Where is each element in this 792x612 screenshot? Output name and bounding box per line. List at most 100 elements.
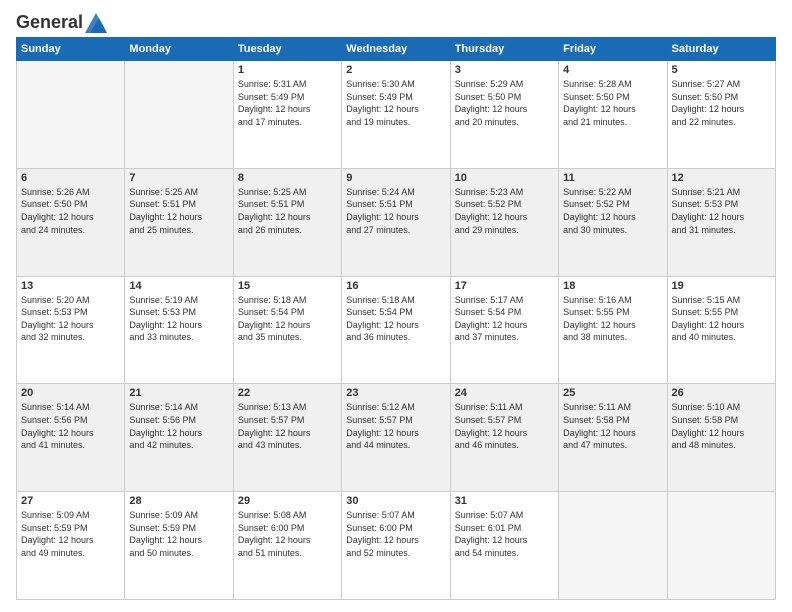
calendar-cell: 20 Sunrise: 5:14 AMSunset: 5:56 PMDayligh… [17,384,125,492]
day-number: 28 [129,495,228,507]
cell-info: Sunrise: 5:14 AMSunset: 5:56 PMDaylight:… [129,401,228,451]
cell-info: Sunrise: 5:31 AMSunset: 5:49 PMDaylight:… [238,78,337,128]
cell-info: Sunrise: 5:11 AMSunset: 5:58 PMDaylight:… [563,401,662,451]
calendar-cell [17,61,125,169]
calendar-cell: 12Sunrise: 5:21 AMSunset: 5:53 PMDayligh… [667,168,775,276]
calendar-cell [667,492,775,600]
col-header-thursday: Thursday [450,38,558,61]
day-number: 17 [455,280,554,292]
day-number: 22 [238,387,337,399]
cell-info: Sunrise: 5:26 AMSunset: 5:50 PMDaylight:… [21,186,120,236]
day-number: 31 [455,495,554,507]
calendar-week-row: 13 Sunrise: 5:20 AMSunset: 5:53 PMDayligh… [17,276,776,384]
day-number: 20 [21,387,120,399]
day-number: 5 [672,64,771,76]
day-number: 9 [346,172,445,184]
calendar-cell: 6 Sunrise: 5:26 AMSunset: 5:50 PMDaylight… [17,168,125,276]
calendar-cell: 3 Sunrise: 5:29 AMSunset: 5:50 PMDaylight… [450,61,558,169]
calendar-cell: 27 Sunrise: 5:09 AMSunset: 5:59 PMDayligh… [17,492,125,600]
cell-info: Sunrise: 5:30 AMSunset: 5:49 PMDaylight:… [346,78,445,128]
logo-icon [85,13,107,33]
cell-info: Sunrise: 5:22 AMSunset: 5:52 PMDaylight:… [563,186,662,236]
calendar-cell: 24 Sunrise: 5:11 AMSunset: 5:57 PMDayligh… [450,384,558,492]
day-number: 6 [21,172,120,184]
calendar-cell: 11 Sunrise: 5:22 AMSunset: 5:52 PMDayligh… [559,168,667,276]
header: General [16,12,776,29]
day-number: 8 [238,172,337,184]
cell-info: Sunrise: 5:18 AMSunset: 5:54 PMDaylight:… [346,294,445,344]
calendar-cell [559,492,667,600]
cell-info: Sunrise: 5:10 AMSunset: 5:58 PMDaylight:… [672,401,771,451]
col-header-friday: Friday [559,38,667,61]
cell-info: Sunrise: 5:17 AMSunset: 5:54 PMDaylight:… [455,294,554,344]
day-number: 29 [238,495,337,507]
day-number: 27 [21,495,120,507]
calendar-cell: 8Sunrise: 5:25 AMSunset: 5:51 PMDaylight… [233,168,341,276]
calendar-cell: 15Sunrise: 5:18 AMSunset: 5:54 PMDayligh… [233,276,341,384]
calendar-cell: 17 Sunrise: 5:17 AMSunset: 5:54 PMDayligh… [450,276,558,384]
calendar-cell: 16 Sunrise: 5:18 AMSunset: 5:54 PMDayligh… [342,276,450,384]
calendar-cell: 31Sunrise: 5:07 AMSunset: 6:01 PMDayligh… [450,492,558,600]
day-number: 2 [346,64,445,76]
day-number: 30 [346,495,445,507]
day-number: 13 [21,280,120,292]
cell-info: Sunrise: 5:13 AMSunset: 5:57 PMDaylight:… [238,401,337,451]
col-header-wednesday: Wednesday [342,38,450,61]
logo-general: General [16,12,83,33]
day-number: 18 [563,280,662,292]
calendar-cell: 2 Sunrise: 5:30 AMSunset: 5:49 PMDaylight… [342,61,450,169]
calendar-cell: 1 Sunrise: 5:31 AMSunset: 5:49 PMDaylight… [233,61,341,169]
calendar-cell: 4 Sunrise: 5:28 AMSunset: 5:50 PMDaylight… [559,61,667,169]
day-number: 23 [346,387,445,399]
cell-info: Sunrise: 5:23 AMSunset: 5:52 PMDaylight:… [455,186,554,236]
calendar-cell: 7 Sunrise: 5:25 AMSunset: 5:51 PMDaylight… [125,168,233,276]
cell-info: Sunrise: 5:19 AMSunset: 5:53 PMDaylight:… [129,294,228,344]
cell-info: Sunrise: 5:21 AMSunset: 5:53 PMDaylight:… [672,186,771,236]
calendar-cell: 9 Sunrise: 5:24 AMSunset: 5:51 PMDaylight… [342,168,450,276]
cell-info: Sunrise: 5:07 AMSunset: 6:00 PMDaylight:… [346,509,445,559]
col-header-tuesday: Tuesday [233,38,341,61]
col-header-monday: Monday [125,38,233,61]
day-number: 7 [129,172,228,184]
day-number: 3 [455,64,554,76]
col-header-saturday: Saturday [667,38,775,61]
cell-info: Sunrise: 5:28 AMSunset: 5:50 PMDaylight:… [563,78,662,128]
calendar-cell [125,61,233,169]
day-number: 15 [238,280,337,292]
cell-info: Sunrise: 5:12 AMSunset: 5:57 PMDaylight:… [346,401,445,451]
day-number: 1 [238,64,337,76]
day-number: 19 [672,280,771,292]
day-number: 16 [346,280,445,292]
calendar-week-row: 1 Sunrise: 5:31 AMSunset: 5:49 PMDaylight… [17,61,776,169]
logo: General [16,12,107,29]
cell-info: Sunrise: 5:09 AMSunset: 5:59 PMDaylight:… [21,509,120,559]
day-number: 10 [455,172,554,184]
calendar-week-row: 6 Sunrise: 5:26 AMSunset: 5:50 PMDaylight… [17,168,776,276]
day-number: 25 [563,387,662,399]
calendar-week-row: 20 Sunrise: 5:14 AMSunset: 5:56 PMDayligh… [17,384,776,492]
calendar-cell: 30 Sunrise: 5:07 AMSunset: 6:00 PMDayligh… [342,492,450,600]
cell-info: Sunrise: 5:24 AMSunset: 5:51 PMDaylight:… [346,186,445,236]
cell-info: Sunrise: 5:11 AMSunset: 5:57 PMDaylight:… [455,401,554,451]
calendar-week-row: 27 Sunrise: 5:09 AMSunset: 5:59 PMDayligh… [17,492,776,600]
cell-info: Sunrise: 5:14 AMSunset: 5:56 PMDaylight:… [21,401,120,451]
calendar-cell: 13 Sunrise: 5:20 AMSunset: 5:53 PMDayligh… [17,276,125,384]
calendar-cell: 19 Sunrise: 5:15 AMSunset: 5:55 PMDayligh… [667,276,775,384]
cell-info: Sunrise: 5:27 AMSunset: 5:50 PMDaylight:… [672,78,771,128]
day-number: 24 [455,387,554,399]
calendar-cell: 5 Sunrise: 5:27 AMSunset: 5:50 PMDaylight… [667,61,775,169]
cell-info: Sunrise: 5:29 AMSunset: 5:50 PMDaylight:… [455,78,554,128]
calendar-cell: 23 Sunrise: 5:12 AMSunset: 5:57 PMDayligh… [342,384,450,492]
day-number: 26 [672,387,771,399]
cell-info: Sunrise: 5:25 AMSunset: 5:51 PMDaylight:… [129,186,228,236]
calendar-cell: 29 Sunrise: 5:08 AMSunset: 6:00 PMDayligh… [233,492,341,600]
calendar-cell: 18Sunrise: 5:16 AMSunset: 5:55 PMDayligh… [559,276,667,384]
day-number: 11 [563,172,662,184]
day-number: 21 [129,387,228,399]
day-number: 4 [563,64,662,76]
calendar-cell: 25 Sunrise: 5:11 AMSunset: 5:58 PMDayligh… [559,384,667,492]
calendar-cell: 28Sunrise: 5:09 AMSunset: 5:59 PMDayligh… [125,492,233,600]
cell-info: Sunrise: 5:15 AMSunset: 5:55 PMDaylight:… [672,294,771,344]
cell-info: Sunrise: 5:08 AMSunset: 6:00 PMDaylight:… [238,509,337,559]
cell-info: Sunrise: 5:20 AMSunset: 5:53 PMDaylight:… [21,294,120,344]
